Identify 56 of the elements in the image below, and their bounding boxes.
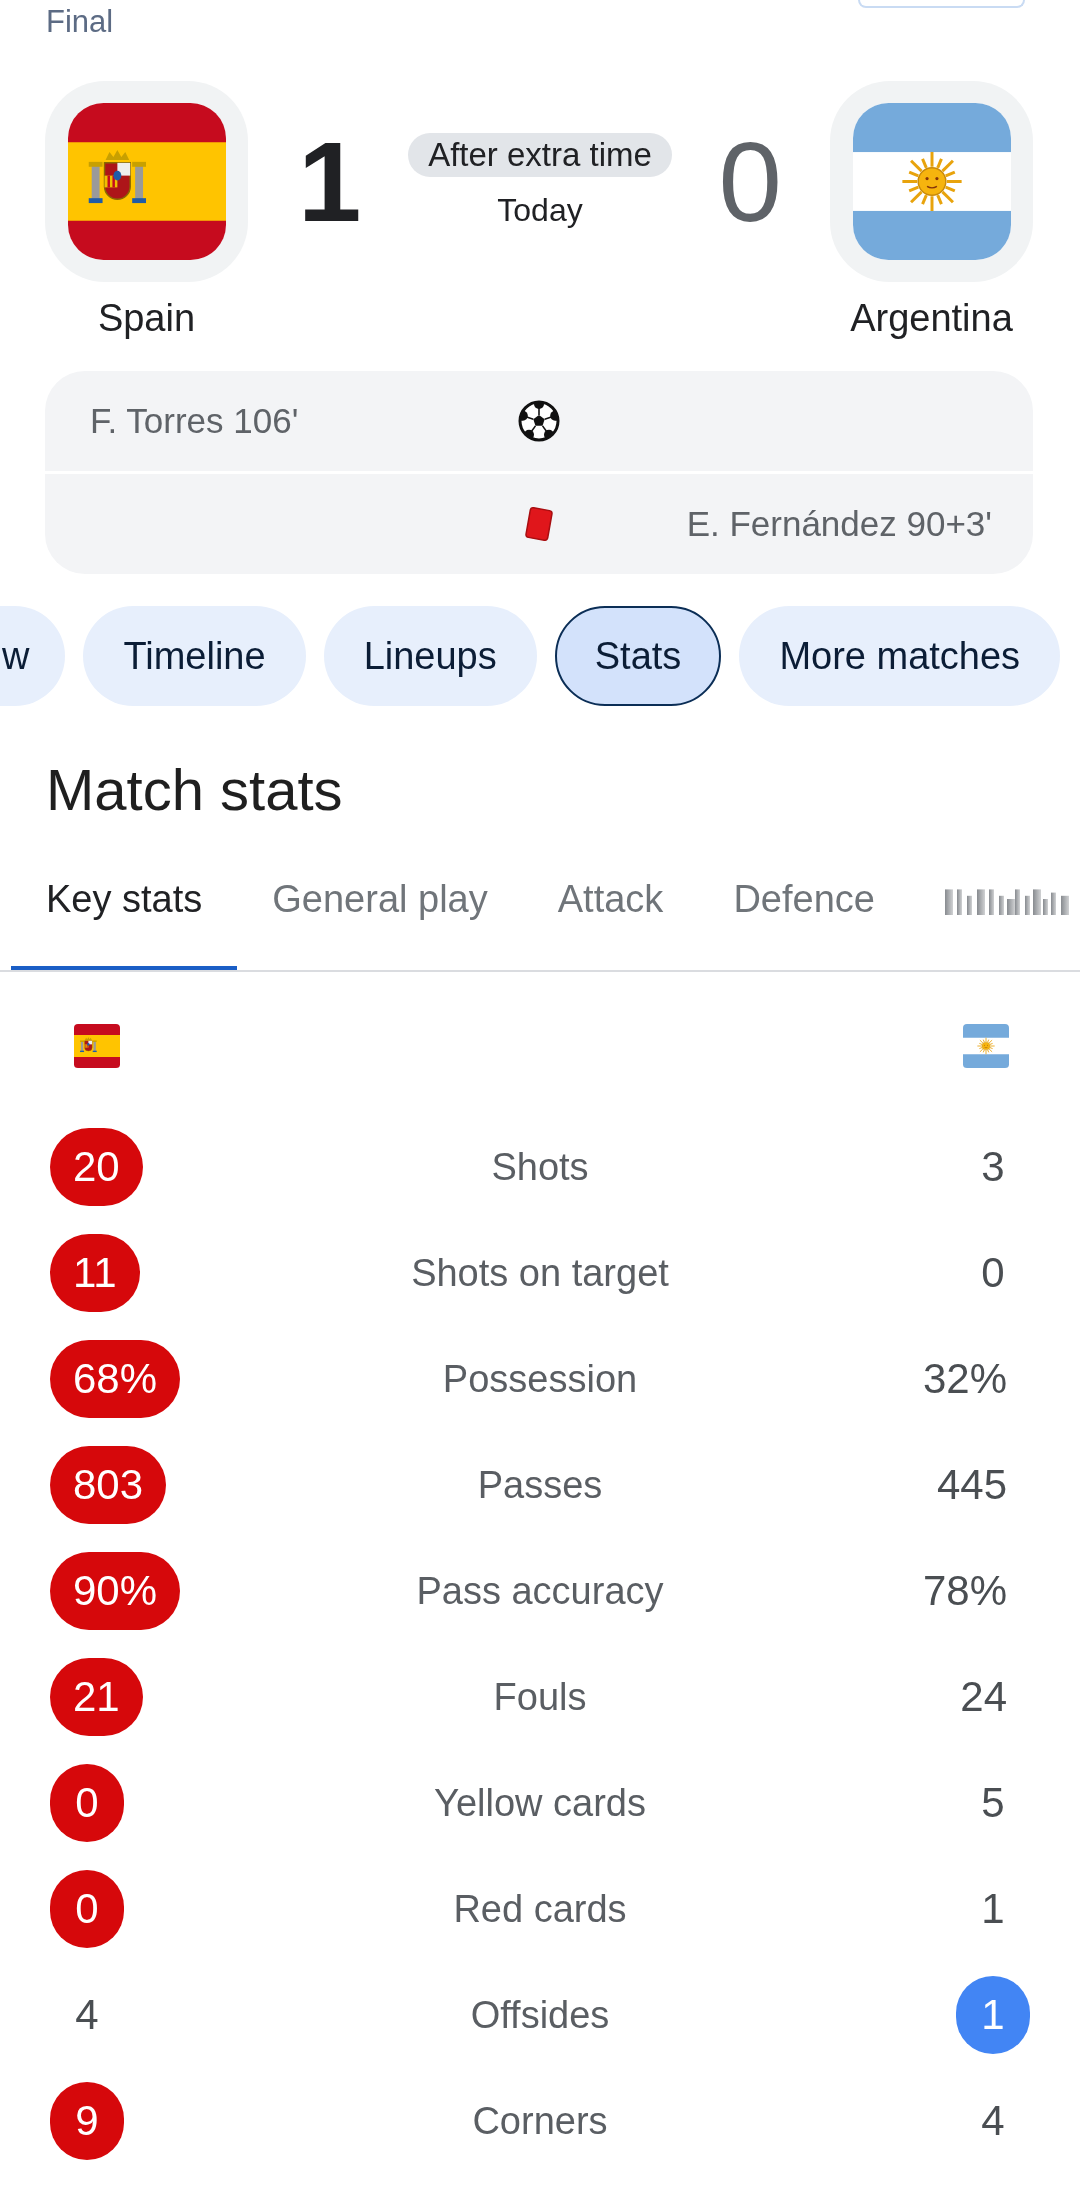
stat-value: 78% <box>921 1566 1008 1616</box>
stat-value: 4 <box>74 1990 100 2040</box>
team-score: 1 <box>298 124 362 239</box>
stat-value: 1 <box>980 1884 1006 1934</box>
stat-value: 0 <box>50 1764 124 1842</box>
nav-chip[interactable]: w <box>0 606 66 706</box>
match-date: Today <box>497 191 583 230</box>
stat-value: 11 <box>50 1234 140 1312</box>
stat-value: 24 <box>959 1672 1008 1722</box>
nav-chip[interactable]: Lineups <box>323 606 537 706</box>
stat-value: 4 <box>980 2096 1006 2146</box>
stats-tab[interactable]: General play <box>237 837 523 970</box>
stage-label: Final <box>46 3 114 41</box>
stat-value: 9 <box>50 2082 124 2160</box>
stat-label: Corners <box>472 2099 608 2143</box>
stat-label: Yellow cards <box>434 1781 646 1825</box>
stat-value: 0 <box>50 1870 124 1948</box>
stat-value: 1 <box>956 1976 1030 2054</box>
team-name: Spain <box>97 296 196 340</box>
spain-flag-icon <box>67 103 226 260</box>
stat-label: Passes <box>477 1463 603 1507</box>
stats-tab[interactable]: Key stats <box>11 837 238 970</box>
cut-off-button[interactable] <box>858 0 1025 8</box>
referee-card-icon <box>524 506 554 542</box>
stats-tab[interactable]: Attack <box>522 837 699 970</box>
stats-tab[interactable]: Defence <box>698 837 910 970</box>
stat-value: 20 <box>50 1128 143 1206</box>
argentina-flag-icon <box>963 1024 1009 1068</box>
stat-label: Fouls <box>493 1675 587 1719</box>
stat-value: 32% <box>921 1354 1008 1404</box>
stat-label: Offsides <box>470 1993 610 2037</box>
soccer-ball-icon <box>518 400 560 442</box>
spain-flag-icon <box>74 1024 120 1068</box>
nav-chip[interactable]: Stats <box>554 606 722 706</box>
nav-chip[interactable]: Timeline <box>83 606 306 706</box>
event-text: E. Fernández 90+3' <box>686 504 993 544</box>
stat-label: Shots <box>491 1145 589 1189</box>
stat-label: Shots on target <box>411 1251 669 1295</box>
argentina-flag-icon <box>852 103 1011 260</box>
stat-label: Possession <box>442 1357 638 1401</box>
stat-label: Red cards <box>453 1887 627 1931</box>
stat-value: 803 <box>50 1446 167 1524</box>
stat-value: 90% <box>50 1552 181 1630</box>
team-score: 0 <box>718 124 782 239</box>
stat-value: 5 <box>980 1778 1006 1828</box>
stat-value: 3 <box>980 1142 1006 1192</box>
section-title: Match stats <box>46 758 343 822</box>
team-name: Argentina <box>850 296 1013 340</box>
stat-value: 445 <box>935 1460 1008 1510</box>
stat-value: 21 <box>50 1658 143 1736</box>
stat-value: 68% <box>50 1340 181 1418</box>
nav-chip[interactable]: More matches <box>739 606 1061 706</box>
match-status-pill: After extra time <box>408 133 672 177</box>
stat-label: Pass accuracy <box>416 1569 664 1613</box>
event-text: F. Torres 106' <box>89 401 299 441</box>
stat-value: 0 <box>980 1248 1006 1298</box>
